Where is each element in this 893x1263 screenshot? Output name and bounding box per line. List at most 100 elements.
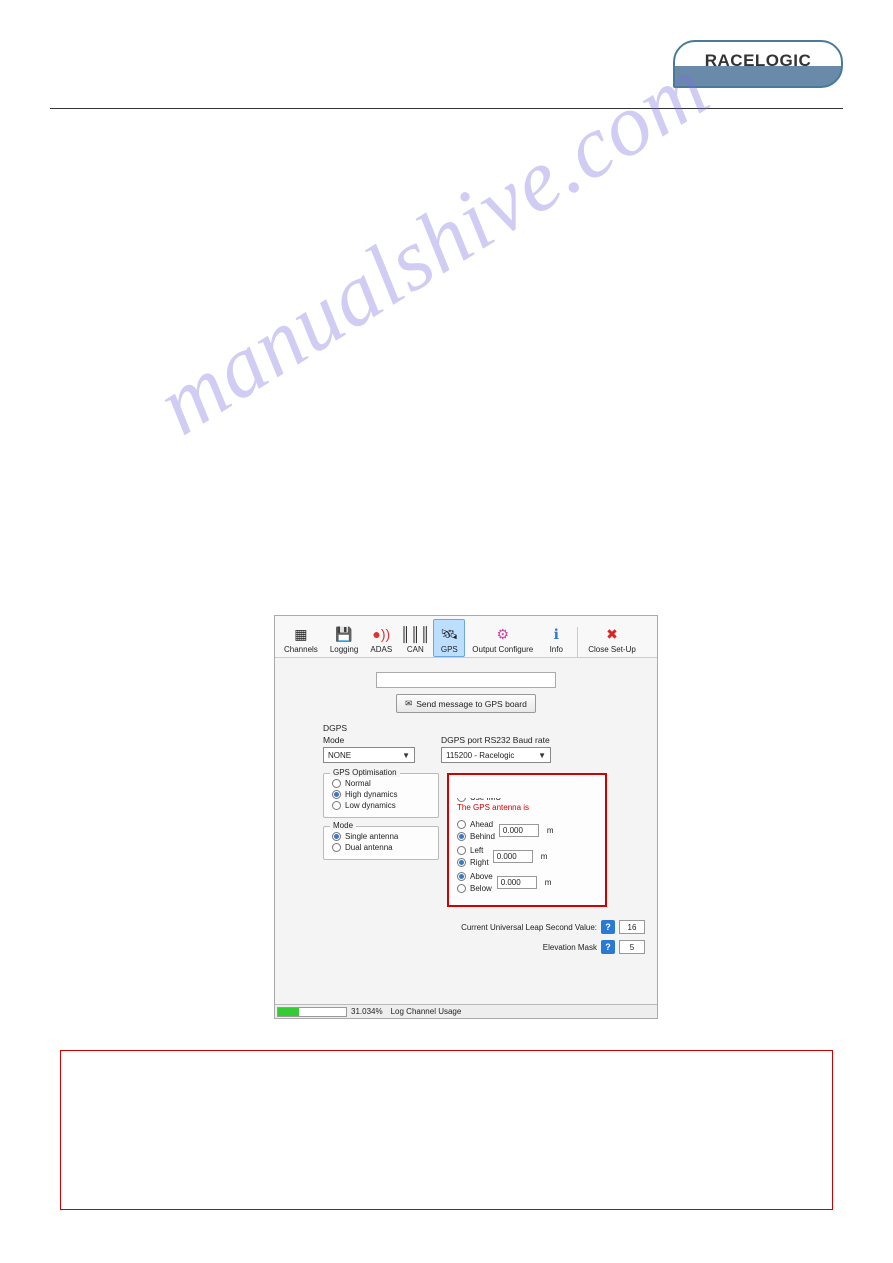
tab-label: Logging	[330, 645, 358, 654]
info-icon: ℹ	[547, 625, 565, 643]
elev-value-input[interactable]: 5	[619, 940, 645, 954]
checkbox-icon	[457, 793, 466, 802]
radio-ahead[interactable]: Ahead	[457, 819, 495, 830]
tab-adas[interactable]: ●)) ADAS	[365, 619, 397, 657]
chevron-down-icon: ▼	[538, 751, 546, 760]
unit-label: m	[541, 878, 552, 887]
tab-info[interactable]: ℹ Info	[540, 619, 572, 657]
radio-icon	[332, 832, 341, 841]
radio-below[interactable]: Below	[457, 883, 493, 894]
left-right-group: Left Right 0.000 m	[457, 845, 597, 868]
elevation-mask-row: Elevation Mask ? 5	[275, 937, 645, 957]
radio-label: Below	[470, 884, 492, 893]
elev-label: Elevation Mask	[543, 943, 597, 952]
tab-label: CAN	[407, 645, 424, 654]
tab-can[interactable]: ║║║ CAN	[399, 619, 431, 657]
radio-label: Right	[470, 858, 489, 867]
footer-rows: Current Universal Leap Second Value: ? 1…	[275, 907, 657, 957]
radio-right[interactable]: Right	[457, 857, 489, 868]
grid-icon: ▦	[292, 625, 310, 643]
dgps-baud-value: 115200 - Racelogic	[446, 751, 514, 760]
watermark-text: manualshive.com	[140, 37, 726, 456]
signal-icon: ●))	[372, 625, 390, 643]
racelogic-logo: RACELOGIC	[673, 40, 843, 88]
tab-logging[interactable]: 💾 Logging	[325, 619, 363, 657]
logo-text: RACELOGIC	[705, 51, 812, 77]
close-icon: ✖	[603, 625, 621, 643]
radio-single-antenna[interactable]: Single antenna	[332, 831, 430, 842]
help-icon[interactable]: ?	[601, 920, 615, 934]
dgps-mode-combo[interactable]: NONE ▼	[323, 747, 415, 763]
radio-icon	[332, 843, 341, 852]
radio-label: Left	[470, 846, 483, 855]
radio-icon	[457, 872, 466, 881]
save-icon: 💾	[335, 625, 353, 643]
radio-label: High dynamics	[345, 790, 397, 799]
radio-above[interactable]: Above	[457, 871, 493, 882]
radio-label: Ahead	[470, 820, 493, 829]
radio-behind[interactable]: Behind	[457, 831, 495, 842]
header-divider	[50, 108, 843, 109]
status-bar: 31.034% Log Channel Usage	[275, 1004, 657, 1018]
send-row: ✉ Send message to GPS board	[275, 694, 657, 721]
tab-gps[interactable]: 🛰 GPS	[433, 619, 465, 657]
help-icon[interactable]: ?	[601, 940, 615, 954]
unit-label: m	[537, 852, 548, 861]
radio-label: Low dynamics	[345, 801, 396, 810]
close-setup-button[interactable]: ✖ Close Set-Up	[583, 619, 641, 657]
antenna-text: The GPS antenna is	[457, 803, 597, 816]
use-imu-checkbox[interactable]: Use IMU	[457, 792, 597, 803]
chevron-down-icon: ▼	[402, 751, 410, 760]
radio-icon	[332, 790, 341, 799]
radio-label: Above	[470, 872, 493, 881]
kalman-title: Kalman Filter	[457, 781, 597, 792]
tab-label: Output Configure	[472, 645, 533, 654]
send-button-label: Send message to GPS board	[416, 699, 527, 709]
unit-label: m	[543, 826, 554, 835]
tab-label: ADAS	[370, 645, 392, 654]
progress-pct: 31.034%	[351, 1007, 383, 1016]
tab-channels[interactable]: ▦ Channels	[279, 619, 323, 657]
left-right-value[interactable]: 0.000	[493, 850, 533, 863]
configure-icon: ⚙	[494, 625, 512, 643]
ahead-behind-value[interactable]: 0.000	[499, 824, 539, 837]
settings-window: ▦ Channels 💾 Logging ●)) ADAS ║║║ CAN 🛰 …	[274, 615, 658, 1019]
radio-dual-antenna[interactable]: Dual antenna	[332, 842, 430, 853]
radio-icon	[457, 884, 466, 893]
radio-icon	[457, 846, 466, 855]
dgps-baud-combo[interactable]: 115200 - Racelogic ▼	[441, 747, 551, 763]
tab-label: GPS	[441, 645, 458, 654]
tab-output-configure[interactable]: ⚙ Output Configure	[467, 619, 538, 657]
dgps-mode-value: NONE	[328, 751, 351, 760]
dgps-mode-label: Mode	[323, 735, 415, 745]
radio-left[interactable]: Left	[457, 845, 489, 856]
above-below-group: Above Below 0.000 m	[457, 871, 597, 894]
above-below-value[interactable]: 0.000	[497, 876, 537, 889]
radio-icon	[457, 858, 466, 867]
highlight-box	[60, 1050, 833, 1210]
satellite-icon: 🛰	[440, 625, 458, 643]
message-row	[275, 658, 657, 694]
panels-row: GPS Optimisation Normal High dynamics Lo…	[275, 773, 657, 907]
gps-message-input[interactable]	[376, 672, 556, 688]
left-panels: GPS Optimisation Normal High dynamics Lo…	[323, 773, 439, 907]
mode-panel: Mode Single antenna Dual antenna	[323, 826, 439, 860]
radio-icon	[457, 832, 466, 841]
radio-label: Normal	[345, 779, 371, 788]
radio-label: Single antenna	[345, 832, 398, 841]
leap-second-row: Current Universal Leap Second Value: ? 1…	[275, 917, 645, 937]
gps-optimisation-panel: GPS Optimisation Normal High dynamics Lo…	[323, 773, 439, 818]
leap-value-input[interactable]: 16	[619, 920, 645, 934]
radio-normal[interactable]: Normal	[332, 778, 430, 789]
gps-opt-title: GPS Optimisation	[330, 768, 400, 777]
kalman-filter-panel: Kalman Filter Use IMU The GPS antenna is…	[447, 773, 607, 907]
send-message-button[interactable]: ✉ Send message to GPS board	[396, 694, 536, 713]
dgps-mode-col: Mode NONE ▼	[323, 735, 415, 763]
radio-icon	[332, 779, 341, 788]
use-imu-label: Use IMU	[470, 793, 501, 802]
radio-high-dynamics[interactable]: High dynamics	[332, 789, 430, 800]
radio-low-dynamics[interactable]: Low dynamics	[332, 800, 430, 811]
mode-title: Mode	[330, 821, 356, 830]
dgps-baud-col: DGPS port RS232 Baud rate 115200 - Racel…	[441, 735, 551, 763]
dgps-baud-label: DGPS port RS232 Baud rate	[441, 735, 551, 745]
